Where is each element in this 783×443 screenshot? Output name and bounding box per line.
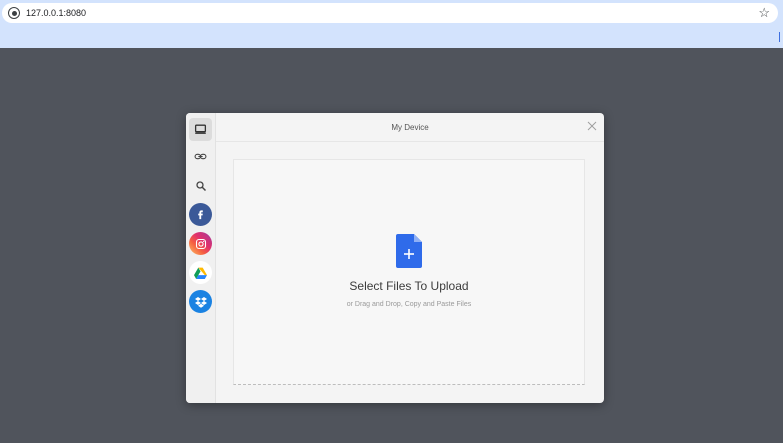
dropbox-icon [194,296,207,308]
drag-drop-hint: or Drag and Drop, Copy and Paste Files [346,301,472,308]
add-file-icon[interactable] [396,234,422,268]
source-dropbox-button[interactable] [189,290,212,313]
modal-header: My Device [216,113,604,142]
source-google-drive-button[interactable] [189,261,212,284]
upload-modal: My Device Select Files To Upload or Drag… [186,113,604,403]
browser-toolbar: 127.0.0.1:8080 ☆ [0,0,783,48]
source-search-button[interactable] [189,174,212,197]
url-text[interactable]: 127.0.0.1:8080 [26,8,86,18]
select-files-heading[interactable]: Select Files To Upload [234,279,584,293]
source-facebook-button[interactable] [189,203,212,226]
source-my-device-button[interactable] [189,118,212,141]
address-bar[interactable]: 127.0.0.1:8080 ☆ [2,3,778,23]
toolbar-divider [779,32,780,42]
source-link-button[interactable] [189,145,212,168]
monitor-icon [194,124,207,134]
bookmark-star-icon[interactable]: ☆ [758,5,770,21]
facebook-icon [198,210,203,220]
search-icon [195,180,206,191]
source-sidebar [186,113,216,403]
file-dropzone[interactable]: Select Files To Upload or Drag and Drop,… [233,159,585,385]
close-icon[interactable] [586,120,598,132]
google-drive-icon [194,267,207,279]
instagram-icon [195,238,206,249]
site-info-icon[interactable] [8,7,20,19]
link-icon [194,153,207,160]
modal-title: My Device [391,122,429,132]
source-instagram-button[interactable] [189,232,212,255]
